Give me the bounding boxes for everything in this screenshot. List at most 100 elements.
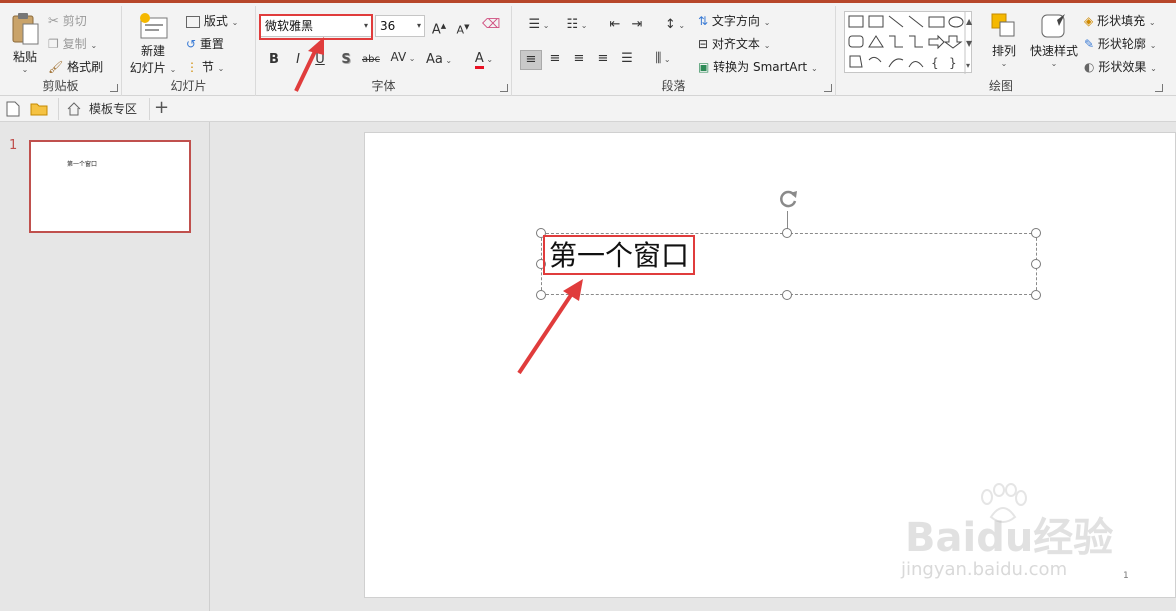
shape-outline-button[interactable]: ✎ 形状轮廓 ⌄ bbox=[1084, 35, 1156, 52]
font-size-value: 36 bbox=[380, 19, 396, 33]
section-label: 节 bbox=[201, 60, 214, 74]
align-center-button[interactable]: ≡ bbox=[544, 50, 566, 68]
clipboard-group: 粘贴 ⌄ ✂ 剪切 ❐ 复制 ⌄ 🖌 格式刷 剪贴板 bbox=[0, 6, 122, 96]
rotate-handle-icon[interactable] bbox=[776, 187, 800, 211]
layout-button[interactable]: 版式 ⌄ bbox=[186, 12, 238, 29]
svg-text:▲: ▲ bbox=[966, 17, 973, 26]
grow-font-button[interactable]: A▲ bbox=[430, 17, 448, 39]
increase-indent-button[interactable]: ⇥ bbox=[628, 16, 646, 34]
reset-button[interactable]: ↺ 重置 bbox=[186, 35, 224, 52]
folder-icon[interactable] bbox=[30, 102, 48, 116]
template-tab[interactable]: 模板专区 bbox=[58, 98, 150, 120]
slide-thumbnail-pane: 1 第一个窗口 bbox=[0, 122, 210, 611]
add-tab-button[interactable]: + bbox=[154, 97, 169, 118]
annotation-arrow-ribbon bbox=[294, 37, 324, 92]
align-left-button[interactable]: ≡ bbox=[520, 50, 542, 70]
section-icon: ⋮ bbox=[186, 60, 198, 74]
slide-canvas[interactable]: 第一个窗口 Baidu经验 jingyan.baidu.com 1 bbox=[364, 132, 1176, 598]
slide-page-number: 1 bbox=[1123, 571, 1129, 581]
annotation-arrow-slide bbox=[517, 279, 583, 375]
quick-access-bar: 模板专区 + bbox=[0, 96, 1176, 122]
new-file-icon[interactable] bbox=[6, 101, 20, 117]
new-slide-button[interactable]: 新建 幻灯片 ⌄ bbox=[128, 10, 178, 78]
shapes-gallery[interactable]: {} ▲ ▼ ▾ bbox=[844, 11, 973, 74]
cut-button[interactable]: ✂ 剪切 bbox=[48, 12, 87, 29]
text-direction-button[interactable]: ⇅ 文字方向 ⌄ bbox=[698, 12, 770, 29]
columns-button[interactable]: ⫼ ⌄ bbox=[648, 50, 678, 69]
ribbon: 粘贴 ⌄ ✂ 剪切 ❐ 复制 ⌄ 🖌 格式刷 剪贴板 新建 幻灯片 ⌄ 版式 ⌄… bbox=[0, 0, 1176, 96]
copy-icon: ❐ bbox=[48, 37, 59, 51]
line-spacing-button[interactable]: ↕ ⌄ bbox=[660, 16, 690, 35]
resize-handle-top[interactable] bbox=[782, 228, 792, 238]
font-size-combo[interactable]: 36 ▾ bbox=[375, 15, 425, 37]
decrease-indent-button[interactable]: ⇤ bbox=[606, 16, 624, 34]
shape-outline-label: 形状轮廓 bbox=[1097, 37, 1146, 51]
distributed-button[interactable]: ☰ bbox=[616, 50, 638, 68]
slide-thumbnail[interactable]: 第一个窗口 bbox=[29, 140, 191, 233]
shape-fill-label: 形状填充 bbox=[1097, 14, 1146, 28]
slide-title-text[interactable]: 第一个窗口 bbox=[543, 235, 696, 275]
copy-dropdown-icon[interactable]: ⌄ bbox=[90, 41, 97, 50]
strikethrough-button[interactable]: abc bbox=[360, 51, 382, 69]
paragraph-group: ☰ ⌄ ☷ ⌄ ⇤ ⇥ ↕ ⌄ ≡ ≡ ≡ ≡ ☰ ⫼ ⌄ ⇅ 文字方向 ⌄ ⊟… bbox=[512, 6, 836, 96]
text-direction-icon: ⇅ bbox=[698, 14, 709, 28]
layout-icon bbox=[186, 15, 200, 28]
section-dropdown-icon[interactable]: ⌄ bbox=[218, 64, 225, 73]
paste-dropdown-icon[interactable]: ⌄ bbox=[6, 65, 44, 74]
paint-bucket-icon: ◈ bbox=[1084, 14, 1094, 28]
drawing-launcher-icon[interactable] bbox=[1155, 84, 1163, 92]
justify-button[interactable]: ≡ bbox=[592, 50, 614, 68]
resize-handle-bottom[interactable] bbox=[782, 290, 792, 300]
smartart-dropdown-icon[interactable]: ⌄ bbox=[811, 64, 818, 73]
cut-label: 剪切 bbox=[62, 14, 87, 28]
shadow-button[interactable]: S bbox=[338, 51, 354, 69]
copy-button[interactable]: ❐ 复制 ⌄ bbox=[48, 35, 97, 52]
pencil-icon: ✎ bbox=[1084, 37, 1095, 51]
layout-dropdown-icon[interactable]: ⌄ bbox=[232, 18, 239, 27]
align-right-button[interactable]: ≡ bbox=[568, 50, 590, 68]
drawing-group: {} ▲ ▼ ▾ 排列 ⌄ 快速样式 ⌄ ◈ 形状填充 ⌄ ✎ 形状轮廓 ⌄ ◐… bbox=[836, 6, 1166, 96]
copy-label: 复制 bbox=[62, 37, 87, 51]
svg-text:}: } bbox=[949, 56, 957, 70]
format-painter-button[interactable]: 🖌 格式刷 bbox=[48, 58, 103, 75]
text-direction-dropdown-icon[interactable]: ⌄ bbox=[764, 18, 771, 27]
quick-styles-label: 快速样式 bbox=[1029, 44, 1078, 58]
bullets-button[interactable]: ☰ ⌄ bbox=[522, 16, 556, 35]
svg-text:▾: ▾ bbox=[966, 61, 970, 70]
shrink-font-button[interactable]: A▼ bbox=[454, 18, 472, 40]
new-slide-icon bbox=[140, 13, 168, 39]
resize-handle-bottom-right[interactable] bbox=[1031, 290, 1041, 300]
shape-effects-icon: ◐ bbox=[1084, 60, 1095, 74]
convert-smartart-button[interactable]: ▣ 转换为 SmartArt ⌄ bbox=[698, 58, 818, 75]
clear-formatting-icon[interactable]: ⌫ bbox=[482, 16, 500, 34]
change-case-button[interactable]: Aa ⌄ bbox=[424, 51, 454, 70]
align-text-button[interactable]: ⊟ 对齐文本 ⌄ bbox=[698, 35, 770, 52]
arrange-button[interactable]: 排列 ⌄ bbox=[984, 10, 1024, 68]
font-color-button[interactable]: A ⌄ bbox=[468, 50, 500, 69]
paragraph-launcher-icon[interactable] bbox=[824, 84, 832, 92]
char-spacing-button[interactable]: AV ⌄ bbox=[388, 48, 418, 68]
font-launcher-icon[interactable] bbox=[500, 84, 508, 92]
resize-handle-right[interactable] bbox=[1031, 259, 1041, 269]
align-text-dropdown-icon[interactable]: ⌄ bbox=[764, 41, 771, 50]
clipboard-launcher-icon[interactable] bbox=[110, 84, 118, 92]
numbering-button[interactable]: ☷ ⌄ bbox=[560, 16, 594, 35]
shape-effects-button[interactable]: ◐ 形状效果 ⌄ bbox=[1084, 58, 1157, 75]
font-size-dropdown-icon[interactable]: ▾ bbox=[417, 16, 421, 36]
paw-icon bbox=[981, 483, 1027, 523]
bold-button[interactable]: B bbox=[266, 51, 282, 69]
paragraph-group-label: 段落 bbox=[661, 79, 686, 93]
shape-effects-label: 形状效果 bbox=[1098, 60, 1147, 74]
smartart-label: 转换为 SmartArt bbox=[713, 60, 808, 74]
reset-label: 重置 bbox=[199, 37, 224, 51]
clipboard-group-label: 剪贴板 bbox=[42, 79, 79, 93]
quick-styles-button[interactable]: 快速样式 ⌄ bbox=[1026, 10, 1082, 68]
section-button[interactable]: ⋮ 节 ⌄ bbox=[186, 58, 224, 75]
scissors-icon: ✂ bbox=[48, 14, 59, 29]
paste-button[interactable]: 粘贴 ⌄ bbox=[6, 10, 44, 74]
svg-text:{: { bbox=[931, 56, 939, 70]
resize-handle-top-right[interactable] bbox=[1031, 228, 1041, 238]
align-text-label: 对齐文本 bbox=[711, 37, 760, 51]
thumbnail-title: 第一个窗口 bbox=[67, 161, 98, 168]
shape-fill-button[interactable]: ◈ 形状填充 ⌄ bbox=[1084, 12, 1156, 29]
